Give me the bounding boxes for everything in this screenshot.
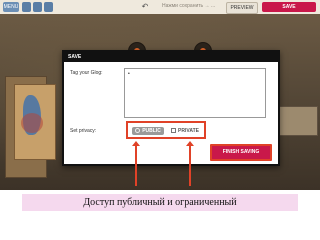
public-button[interactable]: PUBLIC bbox=[132, 127, 164, 135]
tag-input[interactable]: • bbox=[124, 68, 266, 118]
lock-icon bbox=[171, 128, 177, 134]
save-dialog: SAVE Tag your Glog: • Set privacy: PUBLI… bbox=[62, 50, 280, 166]
dialog-title: SAVE bbox=[64, 52, 278, 62]
menu-button[interactable]: MENU bbox=[3, 2, 19, 12]
private-button[interactable]: PRIVATE bbox=[168, 127, 202, 135]
undo-icon[interactable]: ↶ bbox=[140, 2, 150, 12]
tool-button-3[interactable] bbox=[44, 2, 53, 12]
tool-button-2[interactable] bbox=[33, 2, 42, 12]
finish-saving-button[interactable]: FINISH SAVING bbox=[210, 144, 272, 161]
tool-button-1[interactable] bbox=[22, 2, 31, 12]
arrow-up-icon bbox=[132, 141, 140, 186]
arrow-up-icon bbox=[186, 141, 194, 186]
public-label: PUBLIC bbox=[142, 128, 161, 134]
canvas-map-image[interactable] bbox=[14, 84, 56, 160]
privacy-options: PUBLIC PRIVATE bbox=[126, 121, 206, 139]
privacy-label: Set privacy: bbox=[70, 128, 97, 134]
toolbar-hint: Нажми сохранить → ... bbox=[162, 3, 216, 9]
save-button[interactable]: SAVE bbox=[262, 2, 316, 12]
app-screenshot: MENU ↶ Нажми сохранить → ... PREVIEW SAV… bbox=[0, 0, 320, 190]
preview-button[interactable]: PREVIEW bbox=[226, 2, 258, 14]
top-toolbar: MENU ↶ Нажми сохранить → ... PREVIEW SAV… bbox=[0, 0, 320, 15]
globe-icon bbox=[135, 128, 141, 134]
caption: Доступ публичный и ограниченный bbox=[22, 194, 298, 211]
private-label: PRIVATE bbox=[178, 128, 199, 134]
tag-label: Tag your Glog: bbox=[70, 70, 103, 76]
